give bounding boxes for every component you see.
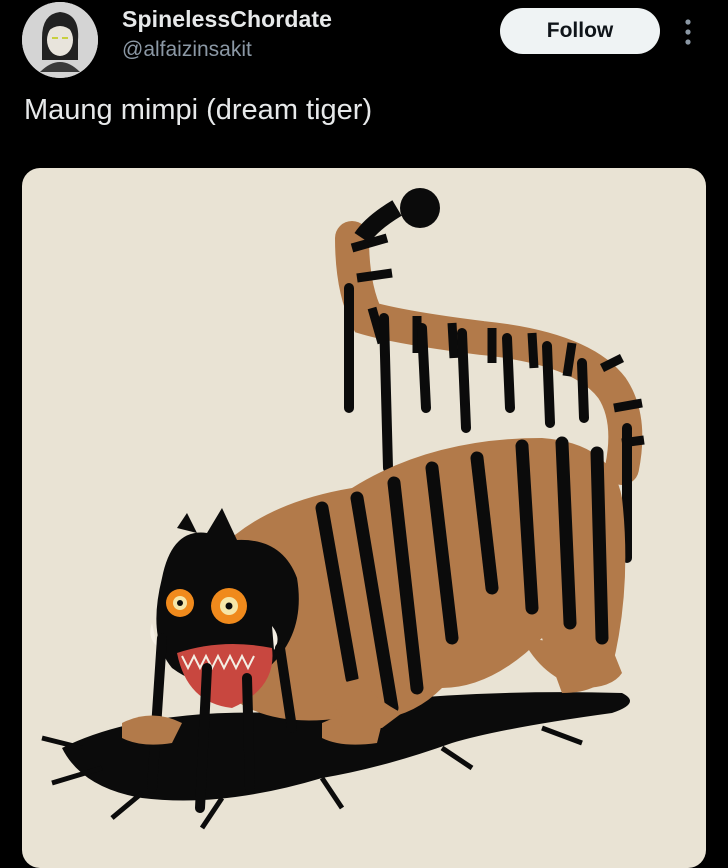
avatar[interactable] xyxy=(22,2,98,78)
author-handle[interactable]: @alfaizinsakit xyxy=(122,38,252,62)
follow-button[interactable]: Follow xyxy=(500,8,660,54)
post-text: Maung mimpi (dream tiger) xyxy=(24,94,373,126)
avatar-drawing-icon xyxy=(22,2,98,78)
post-media-image[interactable] xyxy=(22,168,706,868)
more-vertical-icon[interactable] xyxy=(676,14,700,50)
tiger-illustration-icon xyxy=(41,188,645,830)
author-display-name[interactable]: SpinelessChordate xyxy=(122,6,332,33)
